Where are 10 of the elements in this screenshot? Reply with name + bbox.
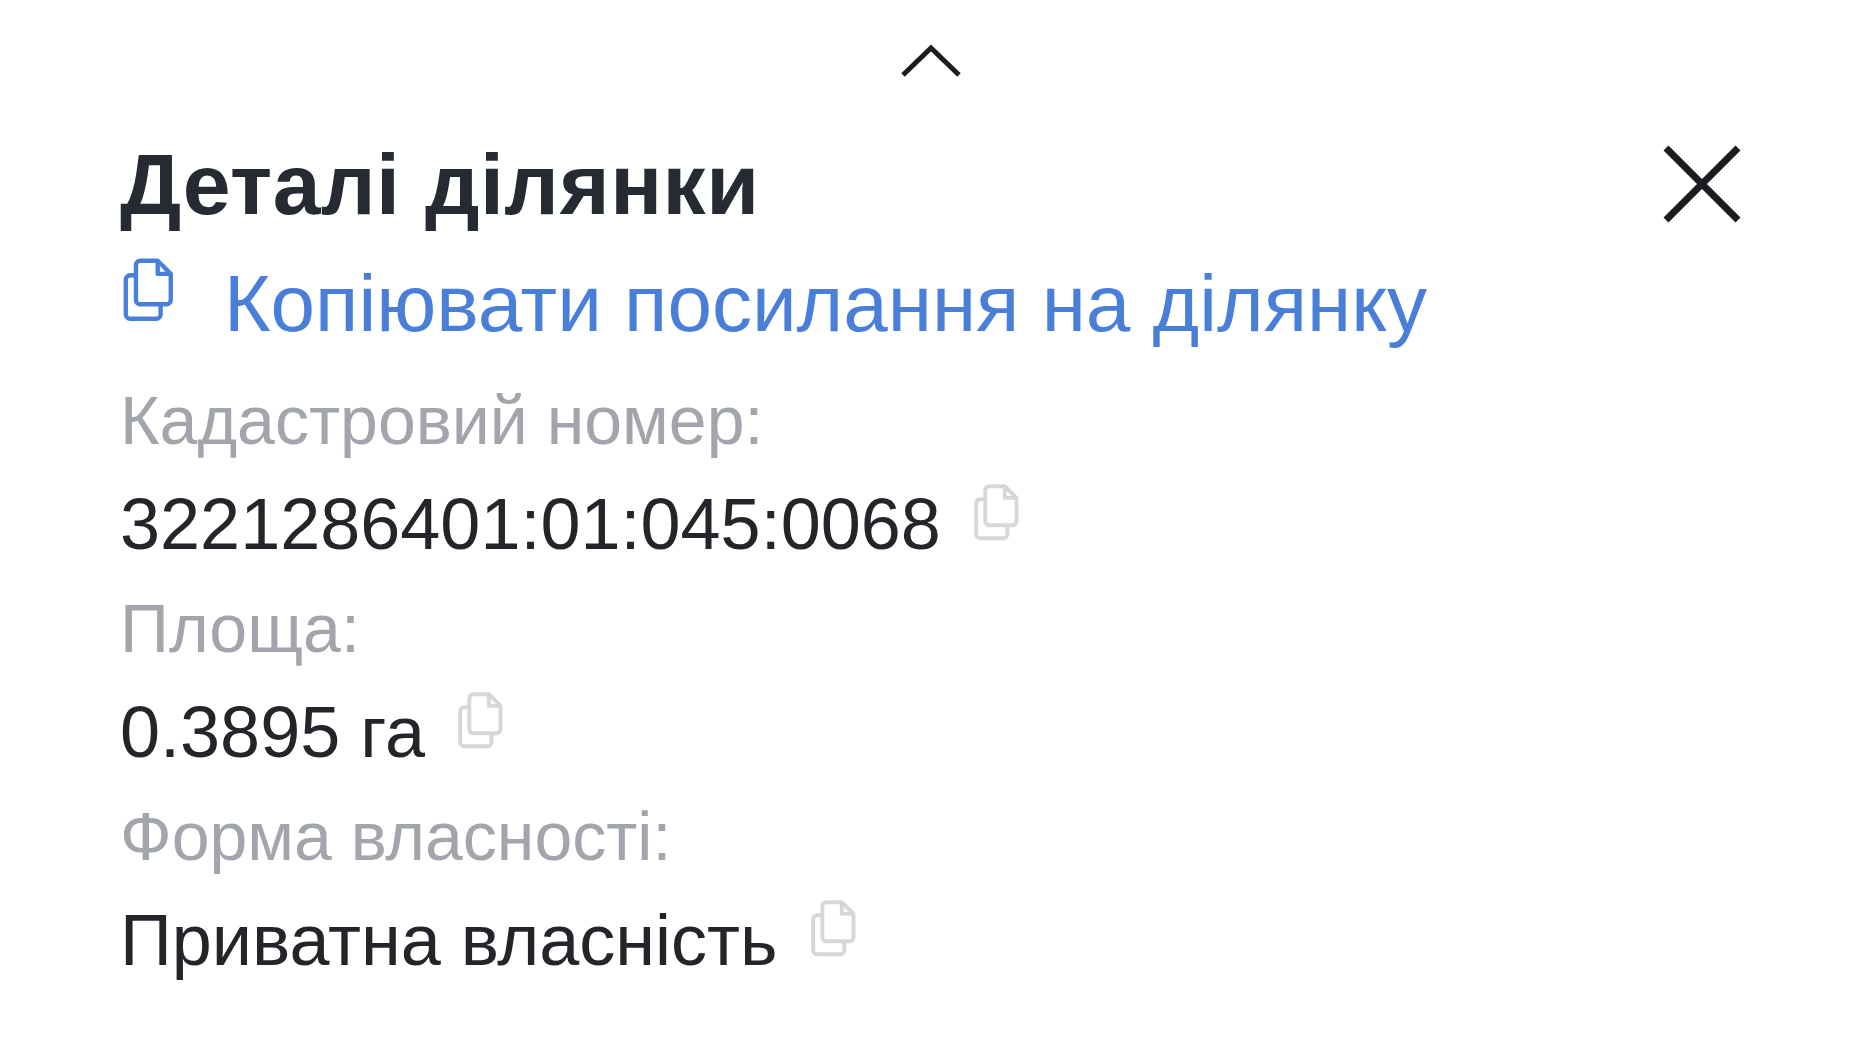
close-icon[interactable] xyxy=(1662,144,1742,224)
field-value: 3221286401:01:045:0068 xyxy=(120,483,941,566)
field-label: Площа: xyxy=(120,589,361,668)
field-value: 0.3895 га xyxy=(120,691,425,774)
field-label: Кадастровий номер: xyxy=(120,381,765,460)
copy-link[interactable]: Копіювати посилання на ділянку xyxy=(224,258,1428,350)
sheet-title: Деталі ділянки xyxy=(120,134,760,234)
field-value: Приватна власність xyxy=(120,899,778,982)
collapse-caret-icon[interactable] xyxy=(900,44,962,78)
field-label: Форма власності: xyxy=(120,797,673,876)
